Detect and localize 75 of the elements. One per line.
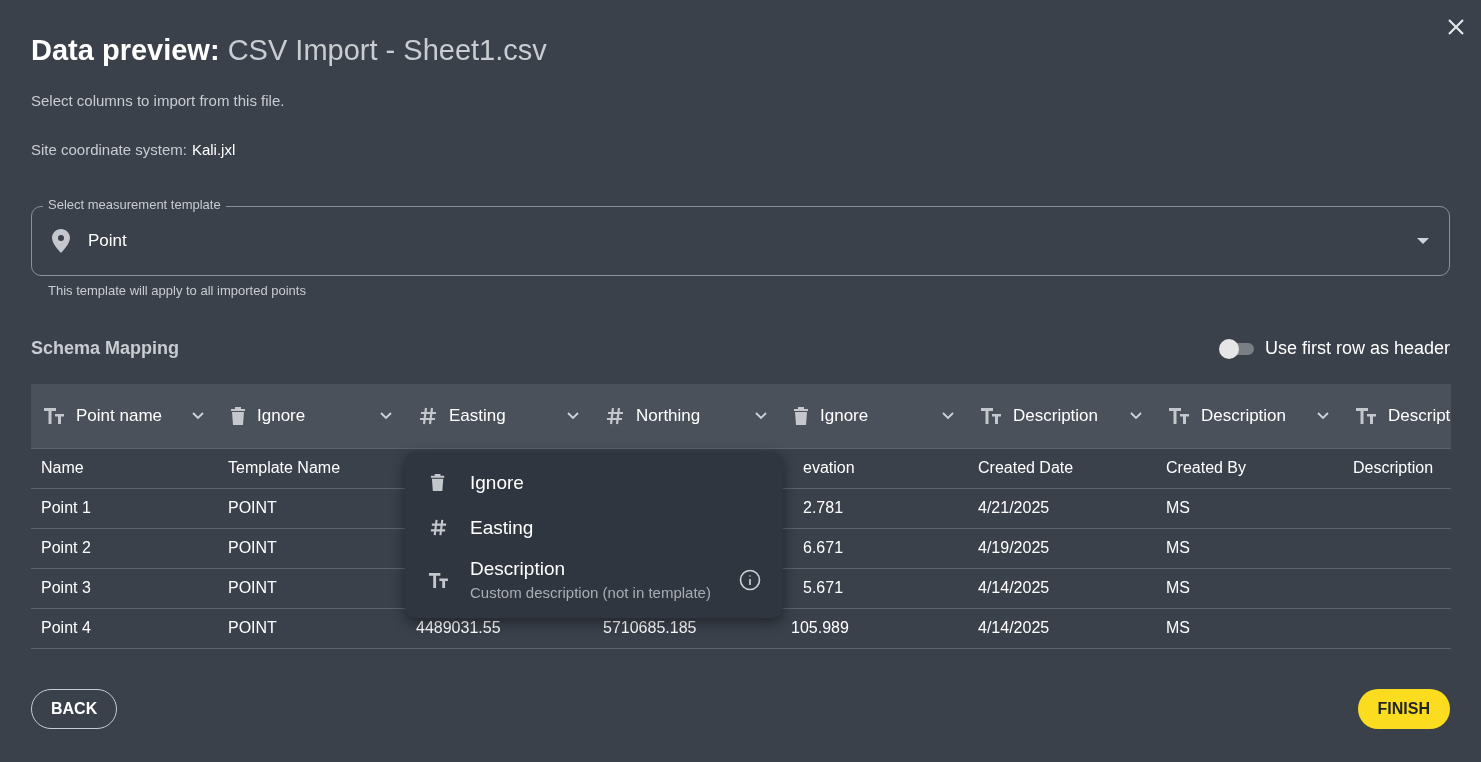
info-icon[interactable] <box>739 569 761 591</box>
table-cell-text: 6.671 <box>803 538 844 558</box>
column-mapping-label: Northing <box>636 404 701 427</box>
column-mapping-label: Ignore <box>820 404 869 427</box>
column-mapping-label: Descript <box>1388 404 1451 427</box>
trash-icon <box>230 405 246 426</box>
column-header: Template Name <box>228 458 341 478</box>
menu-item[interactable]: Description Custom description (not in template) <box>405 550 783 610</box>
trash-icon <box>430 473 446 492</box>
helper-text: This template will apply to all imported points <box>48 282 307 300</box>
column-mapping-dropdown[interactable]: Description <box>1156 383 1343 448</box>
column-mapping-label: Description <box>1201 404 1287 427</box>
column-mapping-dropdown[interactable]: Descript <box>1343 383 1451 448</box>
table-cell-text: MS <box>1166 618 1190 638</box>
menu-item[interactable]: Easting <box>405 505 783 550</box>
column-header: Name <box>41 458 84 478</box>
dropdown-arrow-icon <box>1417 238 1429 244</box>
table-cell-text: POINT <box>228 538 277 558</box>
text-type-icon <box>980 405 1002 426</box>
text-type-icon <box>43 405 65 426</box>
trash-icon <box>793 405 809 426</box>
toggle-switch[interactable] <box>1218 338 1255 359</box>
hash-icon <box>428 518 448 537</box>
column-mapping-label: Point name <box>76 404 162 427</box>
toggle-label: Use first row as header <box>1264 337 1450 360</box>
table-cell-text: Point 3 <box>41 578 91 598</box>
menu-item-description: Custom description (not in template) <box>470 583 711 603</box>
menu-item-label: Description <box>470 557 567 581</box>
column-mapping-dropdown[interactable]: Point name <box>31 383 218 448</box>
column-mapping-dropdown[interactable]: Description <box>968 383 1156 448</box>
text-type-icon <box>1355 405 1377 426</box>
hash-icon <box>605 405 625 426</box>
table-cell-text: POINT <box>228 578 277 598</box>
table-cell-text: 105.989 <box>791 618 849 638</box>
table-cell-text: 2.781 <box>803 498 844 518</box>
table-cell-text: Point 2 <box>41 538 91 558</box>
section-title: Schema Mapping <box>31 337 180 360</box>
column-mapping-dropdown[interactable]: Ignore <box>781 383 968 448</box>
location-pin-icon <box>52 229 70 253</box>
table-cell-text: 4/21/2025 <box>978 498 1050 518</box>
table-cell-text: 4/14/2025 <box>978 618 1050 638</box>
table-cell-text: Point 4 <box>41 618 91 638</box>
hash-icon <box>418 405 438 426</box>
column-mapping-dropdown[interactable]: Ignore <box>218 383 406 448</box>
finish-button[interactable]: FINISH <box>1357 688 1450 729</box>
table-cell-text: 5.671 <box>803 578 844 598</box>
table-cell-text: POINT <box>228 498 277 518</box>
menu-item-label: Easting <box>470 515 534 540</box>
table-cell-text: MS <box>1166 578 1190 598</box>
column-mapping-label: Ignore <box>257 404 306 427</box>
column-header: Created By <box>1166 458 1247 478</box>
menu-item-label: Ignore <box>470 470 524 495</box>
text-type-icon <box>1168 405 1190 426</box>
column-mapping-dropdown[interactable]: Easting <box>406 383 593 448</box>
table-cell-text: POINT <box>228 618 277 638</box>
column-mapping-label: Description <box>1013 404 1099 427</box>
dialog-title: Data preview: CSV Import - Sheet1.csv <box>31 33 548 68</box>
table-cell-text: MS <box>1166 538 1190 558</box>
instruction-text: Select columns to import from this file. <box>31 91 286 111</box>
column-header: Description <box>1353 458 1434 478</box>
table-cell-text: Point 1 <box>41 498 91 518</box>
table-cell-text: 4/14/2025 <box>978 578 1050 598</box>
coordinate-label: Site coordinate system: <box>31 139 187 160</box>
coordinate-value: Kali.jxl <box>191 139 236 160</box>
menu-item[interactable]: Ignore <box>405 460 783 505</box>
text-type-icon <box>427 570 449 590</box>
column-header: Created Date <box>978 458 1074 478</box>
table-cell-text: 4489031.55 <box>416 618 501 638</box>
column-header: evation <box>803 458 855 478</box>
table-cell-text: 5710685.185 <box>603 618 697 638</box>
select-value: Point <box>88 230 127 253</box>
table-cell-text: MS <box>1166 498 1190 518</box>
column-mapping-dropdown[interactable]: Northing <box>593 383 781 448</box>
column-mapping-label: Easting <box>449 404 506 427</box>
table-cell-text: 4/19/2025 <box>978 538 1050 558</box>
